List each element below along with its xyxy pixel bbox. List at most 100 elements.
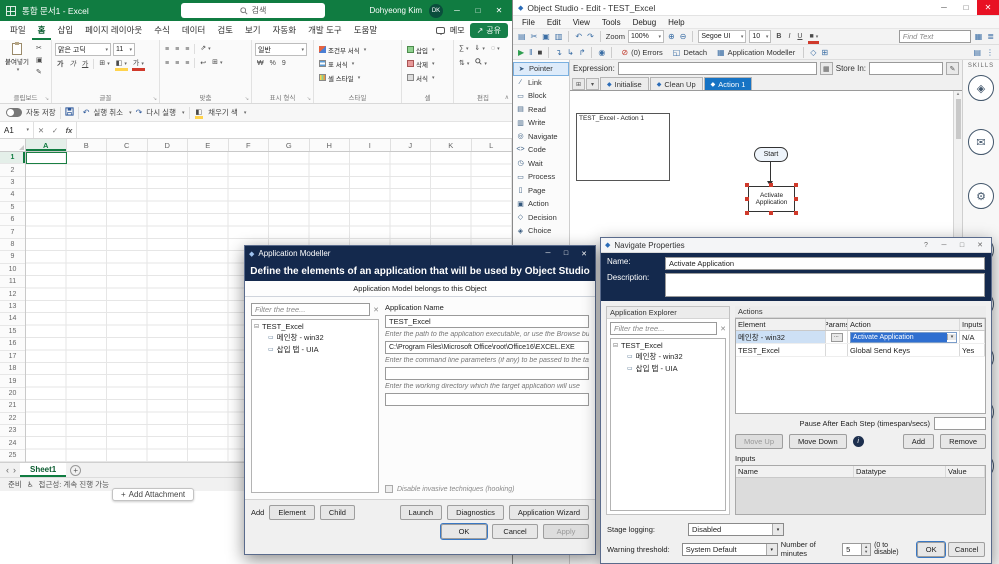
- resize-handle[interactable]: [794, 183, 798, 187]
- maximize-button[interactable]: □: [955, 0, 977, 15]
- launch-button[interactable]: Launch: [400, 505, 443, 520]
- move-down-button[interactable]: Move Down: [789, 434, 847, 449]
- errors-button[interactable]: ⊘ (0) Errors: [617, 48, 665, 57]
- breakpoint-icon[interactable]: ◉: [597, 48, 606, 57]
- name-input[interactable]: Activate Application: [665, 257, 985, 270]
- page-tab[interactable]: ◆Action 1: [704, 77, 753, 90]
- format-painter-icon[interactable]: ✎: [34, 67, 45, 78]
- resize-handle[interactable]: [745, 197, 749, 201]
- cut-icon[interactable]: ✂: [530, 32, 539, 41]
- row-header[interactable]: 21: [0, 400, 25, 412]
- column-header[interactable]: E: [188, 139, 229, 151]
- align-bottom-icon[interactable]: ≡: [183, 44, 191, 55]
- maximize-button[interactable]: □: [559, 250, 573, 257]
- align-middle-icon[interactable]: ≡: [173, 44, 181, 55]
- cancel-button[interactable]: Cancel: [492, 524, 538, 539]
- find-next-icon[interactable]: ▦: [974, 32, 984, 41]
- tool-page[interactable]: ▯Page: [513, 184, 569, 198]
- tool-read[interactable]: ▤Read: [513, 103, 569, 117]
- action-dropdown[interactable]: Activate Application▾: [850, 332, 957, 343]
- dialog-launcher-icon[interactable]: ↘: [245, 96, 249, 102]
- diagnostics-button[interactable]: Diagnostics: [447, 505, 504, 520]
- pause-input[interactable]: [934, 417, 986, 430]
- font-size-select[interactable]: 10▾: [749, 30, 771, 43]
- paste-button[interactable]: 붙여넣기 ▾: [3, 43, 31, 78]
- resize-handle[interactable]: [769, 211, 773, 215]
- select-all-corner[interactable]: [0, 139, 26, 152]
- scrollbar-thumb[interactable]: [956, 99, 961, 139]
- paste-icon[interactable]: ▥: [554, 32, 564, 41]
- row-header[interactable]: 19: [0, 375, 25, 387]
- element-tree[interactable]: ⊟TEST_Excel▭메인창 - win32▭삽입 탭 - UIA: [251, 319, 379, 493]
- row-header[interactable]: 22: [0, 413, 25, 425]
- params-input[interactable]: [385, 367, 589, 380]
- percent-icon[interactable]: %: [268, 58, 278, 69]
- undo-icon[interactable]: ↶: [574, 32, 583, 41]
- merge-center-icon[interactable]: ⊞▾: [210, 57, 224, 69]
- row-header[interactable]: 8: [0, 239, 25, 251]
- add-attachment-button[interactable]: + Add Attachment: [112, 488, 194, 501]
- italic-button[interactable]: 가: [67, 59, 77, 70]
- cells-button[interactable]: 삽입▾: [405, 43, 450, 56]
- expression-input[interactable]: [618, 62, 817, 75]
- step-out-icon[interactable]: ↱: [578, 48, 587, 57]
- row-header[interactable]: 12: [0, 288, 25, 300]
- menu-debug[interactable]: Debug: [627, 18, 663, 27]
- font-name-select[interactable]: 맑은 고딕▾: [55, 43, 111, 56]
- save-icon[interactable]: ▤: [517, 32, 527, 41]
- cells-button[interactable]: 삭제▾: [405, 57, 450, 70]
- skill-icon[interactable]: ◈: [968, 75, 994, 101]
- actions-table[interactable]: ElementParamsActionInputs 메인창 - win32⋯Ac…: [735, 318, 986, 414]
- row-header[interactable]: 11: [0, 276, 25, 288]
- row-header[interactable]: 2: [0, 164, 25, 176]
- pause-icon[interactable]: ‖: [528, 48, 533, 57]
- row-header[interactable]: 24: [0, 437, 25, 449]
- row-header[interactable]: 10: [0, 264, 25, 276]
- italic-button[interactable]: I: [786, 31, 792, 42]
- name-box[interactable]: A1▾: [0, 122, 34, 138]
- ribbon-tab[interactable]: 도움말: [348, 21, 383, 40]
- tool-navigate[interactable]: ◎Navigate: [513, 130, 569, 144]
- redo-icon[interactable]: ↷: [586, 32, 595, 41]
- scroll-up-icon[interactable]: ▴: [957, 91, 960, 97]
- maximize-button[interactable]: □: [955, 242, 969, 249]
- sheet-tab[interactable]: Sheet1: [20, 463, 66, 477]
- user-name[interactable]: Dohyeong Kim: [370, 6, 422, 15]
- resize-handle[interactable]: [745, 211, 749, 215]
- info-icon[interactable]: i: [853, 436, 864, 447]
- remove-button[interactable]: Remove: [940, 434, 986, 449]
- add-element-button[interactable]: Element: [269, 505, 315, 520]
- page-tab[interactable]: ◆Clean Up: [650, 77, 703, 90]
- tree-item[interactable]: ▭메인창 - win32: [254, 332, 376, 343]
- link-icon[interactable]: ◇: [809, 48, 817, 57]
- column-header[interactable]: A: [26, 139, 67, 151]
- cancel-entry-icon[interactable]: ✕: [34, 126, 48, 135]
- undo-icon[interactable]: ↶: [83, 108, 90, 117]
- sort-filter-icon[interactable]: ⇅▾: [457, 58, 471, 70]
- column-header[interactable]: J: [391, 139, 432, 151]
- ok-button[interactable]: OK: [441, 524, 487, 539]
- row-header[interactable]: 9: [0, 251, 25, 263]
- close-button[interactable]: ✕: [977, 0, 999, 15]
- menu-edit[interactable]: Edit: [541, 18, 567, 27]
- bold-button[interactable]: B: [774, 31, 783, 42]
- cancel-button[interactable]: Cancel: [948, 542, 985, 557]
- wrap-text-icon[interactable]: ↩: [198, 58, 208, 69]
- redo-icon[interactable]: ↷: [136, 108, 143, 117]
- menu-file[interactable]: File: [516, 18, 541, 27]
- start-node[interactable]: Start: [754, 147, 788, 162]
- inputs-table[interactable]: NameDatatypeValue: [735, 465, 986, 515]
- cut-icon[interactable]: ✂: [34, 43, 45, 54]
- panel-icon[interactable]: ▤: [972, 48, 982, 57]
- column-header[interactable]: K: [431, 139, 472, 151]
- tool-action[interactable]: ▣Action: [513, 197, 569, 211]
- close-button[interactable]: ✕: [577, 250, 591, 258]
- new-page-icon[interactable]: ⊞: [572, 78, 585, 90]
- ribbon-tab[interactable]: 삽입: [51, 21, 79, 40]
- fill-color-button[interactable]: ◧▾: [114, 58, 129, 70]
- element-tree[interactable]: ⊟TEST_Excel▭메인창 - win32▭삽입 탭 - UIA: [610, 338, 726, 511]
- params-button[interactable]: ⋯: [831, 333, 843, 342]
- minutes-stepper[interactable]: 5 ▲ ▼: [842, 543, 871, 556]
- underline-button[interactable]: 가: [80, 59, 90, 70]
- tool-write[interactable]: ▥Write: [513, 116, 569, 130]
